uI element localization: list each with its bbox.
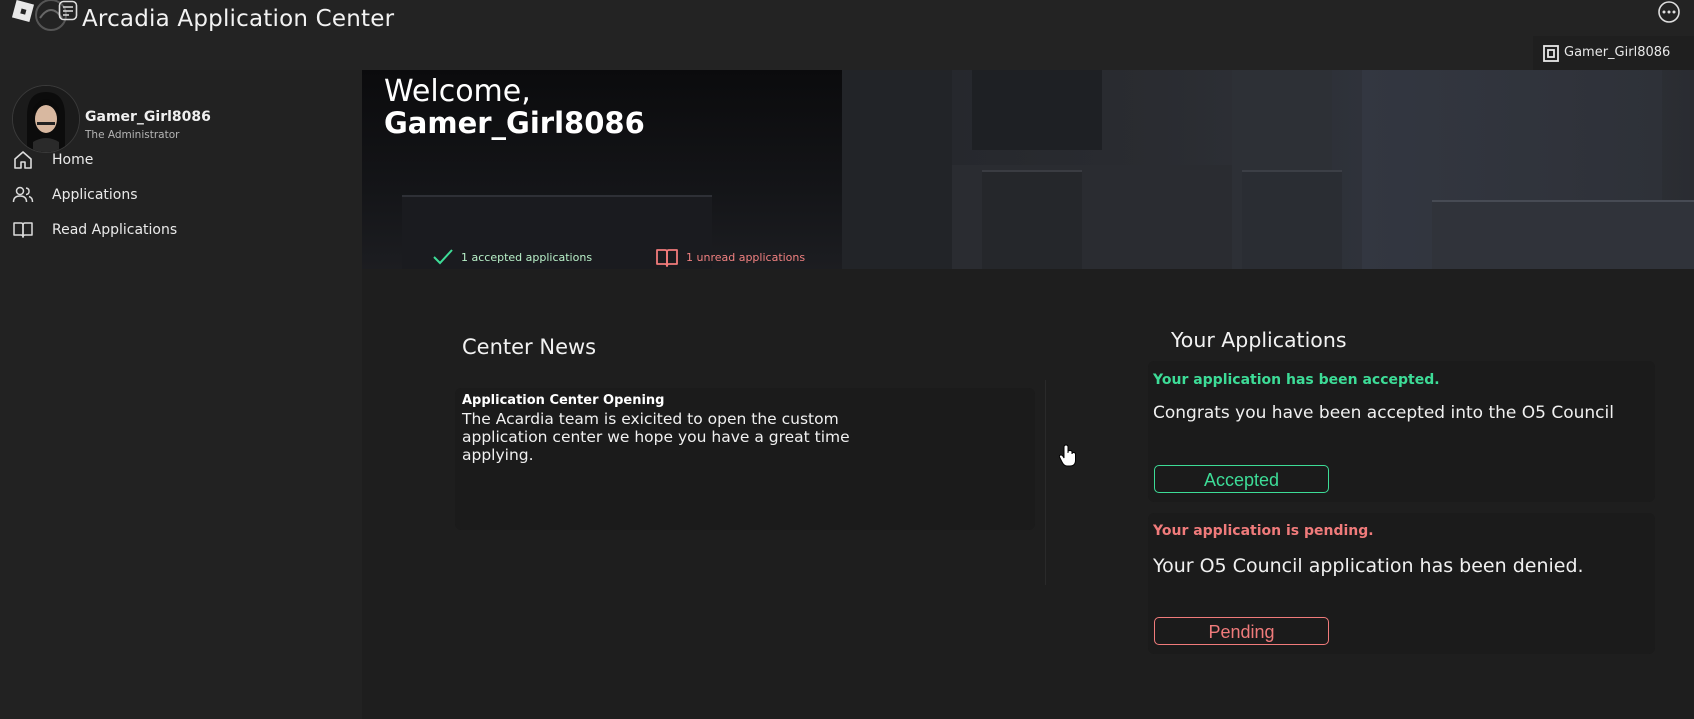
sidebar-item-read-applications[interactable]: Read Applications (0, 215, 362, 245)
sidebar-item-home[interactable]: Home (0, 145, 362, 175)
center-news-title: Center News (462, 335, 597, 359)
book-open-icon (655, 247, 679, 269)
users-icon (12, 185, 34, 205)
user-account-name: Gamer_Girl8086 (1564, 45, 1671, 60)
application-status-text: Your application is pending. (1153, 523, 1374, 539)
unread-count-label: 1 unread applications (686, 251, 806, 264)
book-open-icon (12, 220, 34, 240)
profile-name: Gamer_Girl8086 (85, 109, 211, 125)
news-item-title: Application Center Opening (462, 393, 665, 408)
news-item-body: The Acardia team is exicited to open the… (462, 410, 850, 464)
pending-badge-button[interactable]: Pending (1154, 617, 1329, 645)
sidebar-item-label: Read Applications (52, 222, 178, 238)
welcome-heading: Welcome, (384, 74, 531, 109)
your-applications-title: Your Applications (1171, 328, 1347, 352)
welcome-banner (362, 70, 1694, 269)
accepted-badge-button[interactable]: Accepted (1154, 465, 1329, 493)
more-options-icon[interactable] (1657, 0, 1681, 24)
avatar (12, 85, 80, 153)
menu-icon[interactable] (58, 0, 78, 22)
app-title: Arcadia Application Center (82, 6, 395, 32)
robux-frame-icon (1543, 45, 1559, 62)
profile-role: The Administrator (85, 129, 180, 141)
sidebar-item-label: Home (52, 152, 94, 168)
application-message: Congrats you have been accepted into the… (1153, 403, 1614, 423)
sidebar-item-applications[interactable]: Applications (0, 180, 362, 210)
section-divider (1045, 380, 1046, 585)
application-message: Your O5 Council application has been den… (1153, 555, 1584, 577)
application-status-text: Your application has been accepted. (1153, 372, 1440, 388)
welcome-user-name: Gamer_Girl8086 (384, 106, 645, 140)
roblox-logo-icon[interactable] (10, 0, 36, 26)
home-icon (12, 150, 34, 170)
check-icon (432, 248, 454, 266)
hand-cursor-icon (1058, 444, 1078, 468)
accepted-count-label: 1 accepted applications (461, 251, 593, 264)
sidebar-item-label: Applications (52, 187, 138, 203)
